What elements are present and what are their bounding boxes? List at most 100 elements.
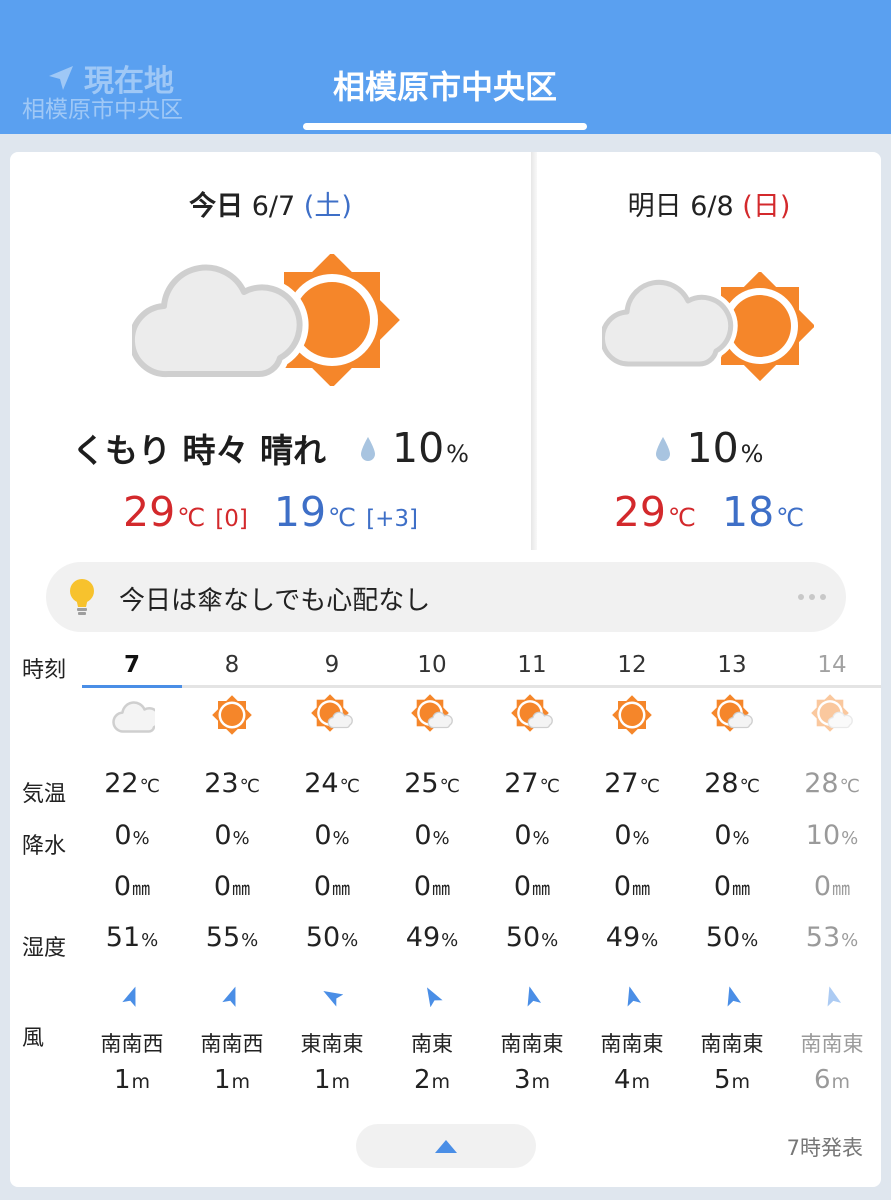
temp-unit: ℃ [739, 776, 760, 797]
pct-unit: % [541, 930, 559, 951]
temp-unit: ℃ [439, 776, 460, 797]
hour-column[interactable]: 10 25℃ 0% 0㎜ 49% 南東 2m [382, 642, 482, 1102]
tomorrow-date: 6/8 [690, 191, 734, 222]
hour-precip-amount: 0㎜ [582, 871, 682, 902]
hour-column[interactable]: 13 28℃ 0% 0㎜ 50% 南南東 5m [682, 642, 782, 1102]
pct-unit: % [741, 930, 759, 951]
sun-cloud-icon [811, 694, 853, 732]
wind-arrow-icon [827, 986, 842, 1007]
wind-unit: m [331, 1071, 351, 1093]
triangle-up-icon [435, 1140, 457, 1153]
hour-precip-amount: 0㎜ [282, 871, 382, 902]
hour-temp: 22℃ [82, 768, 182, 799]
hour-wind-speed: 5m [682, 1065, 782, 1095]
today-precip-unit: % [446, 440, 469, 468]
collapse-button[interactable] [356, 1124, 536, 1168]
tab-city[interactable]: 相模原市中央区 [300, 62, 590, 108]
pct-unit: % [441, 930, 459, 951]
hour-column[interactable]: 14 28℃ 10% 0㎜ 53% 南南東 6m [782, 642, 881, 1102]
hour-humidity-value: 50 [705, 922, 741, 953]
lightbulb-icon [70, 579, 94, 615]
hour-column[interactable]: 12 27℃ 0% 0㎜ 49% 南南東 4m [582, 642, 682, 1102]
hour-humidity: 49% [582, 922, 682, 953]
hour-precip-mm: 0 [513, 871, 532, 902]
hour-wind-direction: 南東 [411, 1032, 453, 1056]
wind-unit: m [831, 1071, 851, 1093]
wind-unit: m [231, 1071, 251, 1093]
tomorrow-high-temp: 29 [613, 488, 666, 536]
wind-arrow-icon [122, 986, 136, 1007]
tomorrow-precip-unit: % [740, 440, 764, 468]
wind-unit: m [131, 1071, 151, 1093]
today-low-diff: [+3] [366, 506, 418, 532]
hour-column[interactable]: 11 27℃ 0% 0㎜ 50% 南南東 3m [482, 642, 582, 1102]
hour-precip-value: 0 [614, 820, 632, 851]
hour-temp-value: 23 [204, 768, 239, 799]
hour-humidity-value: 51 [105, 922, 141, 953]
more-options-icon[interactable] [798, 594, 826, 600]
row-label-precip: 降水 [22, 834, 67, 859]
hour-wind-speed-value: 1 [113, 1065, 131, 1095]
hour-wind-direction: 南南西 [100, 1032, 164, 1056]
hour-temp: 28℃ [682, 768, 782, 799]
hour-precip-amount: 0㎜ [482, 871, 582, 902]
wind-arrow-icon [627, 986, 642, 1007]
hour-precip-mm: 0 [613, 871, 632, 902]
mm-unit: ㎜ [532, 879, 551, 900]
hour-label: 7 [123, 652, 140, 678]
tomorrow-low-unit: ℃ [776, 503, 805, 532]
wind-unit: m [631, 1071, 651, 1093]
pct-unit: % [332, 828, 350, 849]
hour-humidity: 50% [482, 922, 582, 953]
hour-humidity: 50% [282, 922, 382, 953]
tip-text: 今日は傘なしでも心配なし [119, 586, 431, 616]
hour-precip-prob: 0% [282, 820, 382, 851]
hour-precip-prob: 0% [682, 820, 782, 851]
hour-precip-value: 0 [214, 820, 232, 851]
tomorrow-precip-row: 10% [537, 424, 881, 472]
hour-wind-speed-value: 3 [513, 1065, 531, 1095]
hour-humidity-value: 53 [805, 922, 841, 953]
today-high-temp: 29 [123, 488, 176, 536]
hour-precip-prob: 10% [782, 820, 881, 851]
hour-wind-direction: 東南東 [300, 1032, 364, 1056]
today-weekday: (土) [303, 191, 352, 222]
hour-label: 14 [817, 652, 847, 678]
hour-columns[interactable]: 7 22℃ 0% 0㎜ 51% 南南西 1m 8 23℃ 0% 0㎜ 55% 南… [82, 642, 881, 1102]
hour-wind-direction: 南南東 [600, 1032, 664, 1056]
hour-precip-amount: 0㎜ [182, 871, 282, 902]
hour-precip-amount: 0㎜ [782, 871, 881, 902]
today-temp-row: 29 ℃ [0] 19 ℃ [+3] [10, 488, 531, 536]
hour-wind-speed: 4m [582, 1065, 682, 1095]
hour-temp-value: 25 [404, 768, 439, 799]
cloudy-sometimes-sunny-icon [602, 272, 814, 382]
hour-humidity: 51% [82, 922, 182, 953]
cloudy-sometimes-sunny-icon [132, 254, 400, 386]
hour-temp-value: 27 [504, 768, 539, 799]
hour-label: 11 [517, 652, 547, 678]
hour-precip-prob: 0% [482, 820, 582, 851]
hour-column[interactable]: 8 23℃ 0% 0㎜ 55% 南南西 1m [182, 642, 282, 1102]
today-weather-text: くもり 時々 晴れ [72, 431, 326, 470]
hour-column[interactable]: 9 24℃ 0% 0㎜ 50% 東南東 1m [282, 642, 382, 1102]
issued-time: 7時発表 [786, 1136, 863, 1160]
hour-temp: 27℃ [582, 768, 682, 799]
temp-unit: ℃ [339, 776, 360, 797]
hour-wind-speed-value: 6 [813, 1065, 831, 1095]
header-bar: 現在地 相模原市中央区 相模原市中央区 [0, 0, 891, 134]
mm-unit: ㎜ [732, 879, 751, 900]
umbrella-tip-bar[interactable]: 今日は傘なしでも心配なし [46, 562, 846, 632]
mm-unit: ㎜ [132, 879, 151, 900]
hour-precip-value: 0 [714, 820, 732, 851]
hour-precip-mm: 0 [213, 871, 232, 902]
pct-unit: % [232, 828, 250, 849]
pct-unit: % [132, 828, 150, 849]
mm-unit: ㎜ [232, 879, 251, 900]
hour-column[interactable]: 7 22℃ 0% 0㎜ 51% 南南西 1m [82, 642, 182, 1102]
hour-humidity-value: 49 [605, 922, 641, 953]
hour-humidity-value: 50 [505, 922, 541, 953]
wind-arrow-icon [527, 986, 542, 1007]
today-date: 6/7 [251, 191, 296, 222]
hour-wind-speed: 6m [782, 1065, 881, 1095]
row-label-wind: 風 [22, 1026, 45, 1051]
